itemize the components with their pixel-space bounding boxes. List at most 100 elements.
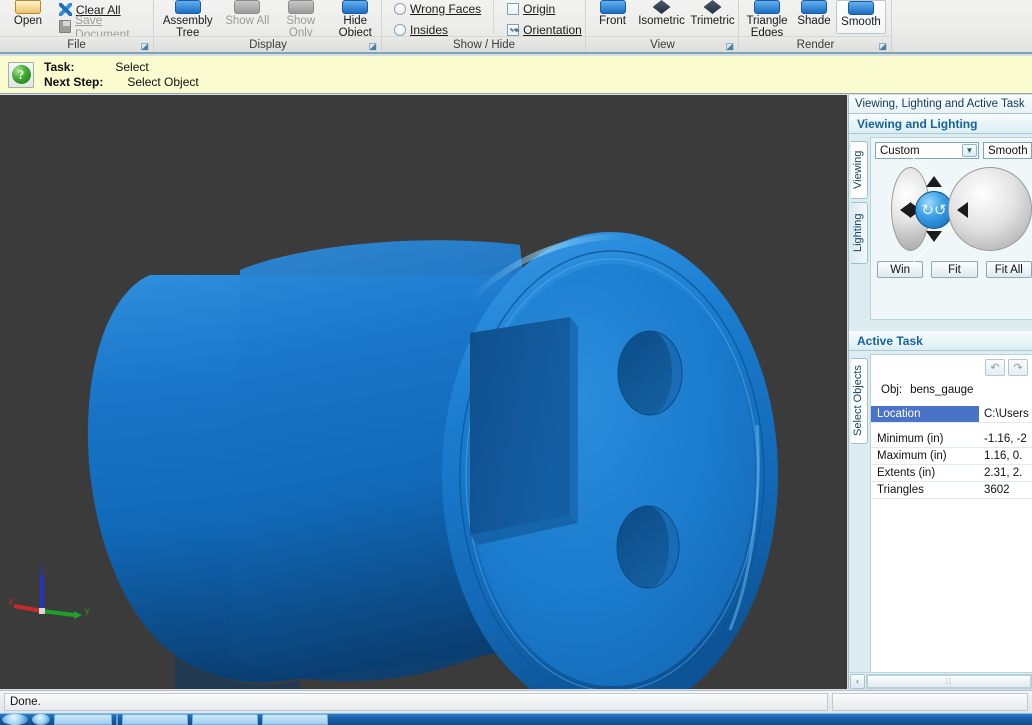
- viewing-content: Custom ▼ Smooth ↻↺ Win Fit Fit All: [870, 137, 1032, 320]
- scroll-left-arrow-icon[interactable]: ‹: [850, 673, 865, 689]
- obj-label: Obj:: [881, 384, 903, 396]
- ribbon-group-file-title: File ◪: [0, 36, 153, 52]
- ribbon-group-view: Front Isometric Trimetric View ◪: [587, 0, 739, 52]
- panel-horizontal-scrollbar[interactable]: ‹ ⁞⁞: [849, 672, 1032, 689]
- viewing-tabstrip: Viewing Lighting: [851, 141, 868, 267]
- view-isometric-button[interactable]: Isometric: [636, 0, 687, 34]
- smooth-button[interactable]: Smooth: [836, 0, 886, 34]
- view-preset-combo[interactable]: Custom ▼: [875, 142, 980, 159]
- show-only-button[interactable]: Show Only: [275, 0, 327, 39]
- table-row[interactable]: Maximum (in) 1.16, 0.: [871, 448, 1032, 465]
- cad-model-gauge-housing[interactable]: [0, 95, 847, 689]
- property-key: Maximum (in): [871, 448, 979, 465]
- axis-x-label: X: [8, 597, 14, 607]
- ribbon-group-show-hide-title: Show / Hide: [383, 36, 585, 52]
- tab-viewing[interactable]: Viewing: [851, 141, 868, 199]
- axis-z-label: Z: [39, 565, 45, 575]
- obj-value: bens_gauge: [910, 384, 974, 396]
- property-key: Location: [871, 406, 979, 423]
- view-preset-value: Custom: [880, 144, 920, 157]
- radio-icon: [394, 2, 406, 15]
- property-key: Extents (in): [871, 465, 979, 482]
- view-isometric-label: Isometric: [638, 15, 685, 27]
- render-dialog-launcher[interactable]: ◪: [878, 38, 887, 54]
- wrong-faces-label: Wrong Faces: [410, 1, 482, 16]
- property-key: Triangles: [871, 482, 979, 499]
- shading-mode-value: Smooth: [988, 144, 1028, 157]
- assembly-tree-button[interactable]: Assembly Tree: [162, 0, 214, 39]
- axis-orientation-triad: Z Y X: [8, 565, 90, 619]
- win-button[interactable]: Win: [877, 261, 924, 278]
- radio-icon: [394, 23, 406, 36]
- view-front-icon: [599, 0, 626, 14]
- orientation-label: Orientation: [523, 22, 582, 37]
- origin-option[interactable]: Origin: [504, 0, 582, 17]
- save-document-button[interactable]: Save Document: [56, 13, 153, 41]
- scrollbar-track[interactable]: ⁞⁞: [866, 673, 1032, 689]
- folder-open-icon: [14, 0, 41, 14]
- file-dialog-launcher[interactable]: ◪: [140, 38, 149, 54]
- 3d-viewport[interactable]: Z Y X: [0, 95, 847, 689]
- show-all-icon: [234, 0, 261, 14]
- active-task-header: Active Task: [849, 331, 1032, 351]
- help-button[interactable]: ?: [8, 61, 34, 88]
- shade-button[interactable]: Shade: [792, 0, 836, 34]
- navpad2-left-arrow-icon[interactable]: [957, 202, 968, 218]
- view-front-label: Front: [599, 15, 626, 27]
- tab-lighting[interactable]: Lighting: [851, 202, 868, 264]
- task-info: Task: Select Next Step: Select Object: [44, 60, 199, 90]
- fit-button[interactable]: Fit: [931, 261, 978, 278]
- task-label: Task:: [44, 59, 75, 74]
- shading-mode-combo[interactable]: Smooth: [983, 142, 1032, 159]
- view-pan-navpad[interactable]: [948, 167, 1032, 251]
- taskbar-window-item[interactable]: [122, 714, 188, 725]
- next-step-label: Next Step:: [44, 74, 104, 89]
- chevron-down-icon[interactable]: ▼: [962, 144, 978, 157]
- start-button[interactable]: [2, 714, 28, 725]
- table-row[interactable]: Location C:\Users: [871, 406, 1032, 423]
- insides-label: Insides: [410, 22, 449, 37]
- help-icon: ?: [11, 65, 31, 84]
- view-dialog-launcher[interactable]: ◪: [725, 38, 734, 54]
- show-all-label: Show All: [225, 15, 270, 27]
- show-all-button[interactable]: Show All: [222, 0, 274, 34]
- property-value: 1.16, 0.: [979, 448, 1032, 465]
- view-rotate-navpad[interactable]: ↻↺: [891, 155, 957, 265]
- axis-y-label: Y: [84, 607, 90, 617]
- navpad-down-arrow-icon[interactable]: [926, 231, 942, 242]
- active-task-tabstrip: Select Objects: [851, 358, 868, 447]
- taskbar-window-item[interactable]: [262, 714, 328, 725]
- triangle-edges-button[interactable]: Triangle Edges: [742, 0, 792, 39]
- ribbon-group-file: Open Clear All Save Document File ◪: [0, 0, 154, 52]
- fit-all-button[interactable]: Fit All: [985, 261, 1032, 278]
- hide-object-icon: [342, 0, 369, 14]
- checkbox-checked-icon: [507, 23, 520, 36]
- redo-button[interactable]: ↷: [1008, 359, 1028, 376]
- smooth-label: Smooth: [841, 16, 881, 28]
- object-properties-table: Location C:\Users Minimum (in) -1.16, -2…: [871, 406, 1032, 499]
- status-secondary-pane: [832, 693, 1028, 711]
- table-row[interactable]: Extents (in) 2.31, 2.: [871, 465, 1032, 482]
- table-row[interactable]: Minimum (in) -1.16, -2: [871, 431, 1032, 448]
- table-row[interactable]: Triangles 3602: [871, 482, 1032, 499]
- property-value: -1.16, -2: [979, 431, 1032, 448]
- task-banner: ? Task: Select Next Step: Select Object: [0, 56, 1032, 94]
- scrollbar-thumb[interactable]: ⁞⁞: [867, 674, 1031, 688]
- view-front-button[interactable]: Front: [589, 0, 636, 34]
- open-button[interactable]: Open: [4, 0, 52, 34]
- taskbar-quicklaunch-icon[interactable]: [32, 714, 50, 725]
- taskbar-window-item[interactable]: [54, 714, 112, 725]
- view-trimetric-button[interactable]: Trimetric: [687, 0, 738, 34]
- undo-button[interactable]: ↶: [985, 359, 1005, 376]
- tab-select-objects[interactable]: Select Objects: [851, 358, 868, 444]
- wrong-faces-option[interactable]: Wrong Faces: [391, 0, 481, 17]
- active-task-content: ↶ ↷ Obj: bens_gauge Location C:\Users Mi…: [870, 354, 1032, 689]
- property-value: C:\Users: [979, 406, 1032, 423]
- hide-object-button[interactable]: Hide Object: [330, 0, 382, 39]
- viewing-lighting-body: Viewing Lighting Custom ▼ Smooth ↻↺ Win …: [849, 137, 1032, 327]
- active-task-body: Select Objects ↶ ↷ Obj: bens_gauge Locat…: [849, 354, 1032, 689]
- next-step-value: Select Object: [127, 74, 199, 89]
- navpad-up-arrow-icon[interactable]: [926, 176, 942, 187]
- display-dialog-launcher[interactable]: ◪: [368, 38, 377, 54]
- taskbar-window-item[interactable]: [192, 714, 258, 725]
